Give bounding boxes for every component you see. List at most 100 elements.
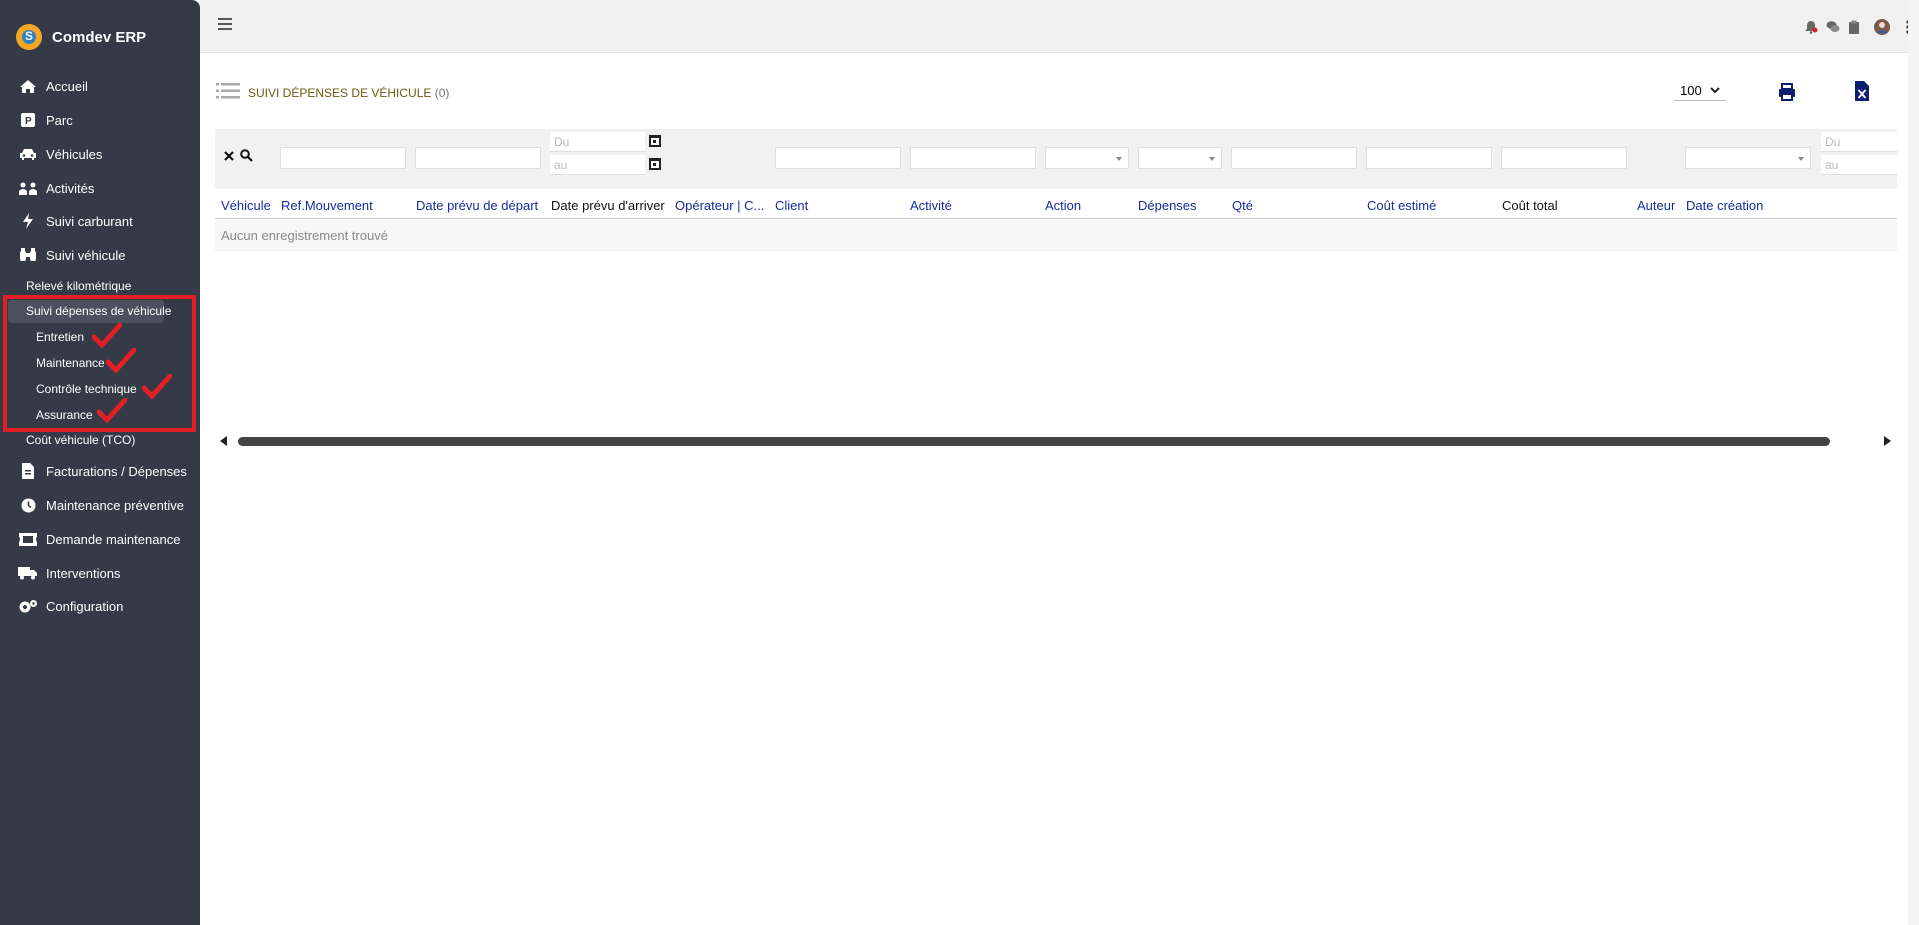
filter-cout-total-input[interactable] <box>1501 147 1627 169</box>
filter-activite-input[interactable] <box>910 147 1036 169</box>
sidebar-subitem-cout-vehicule[interactable]: Coût véhicule (TCO) <box>26 433 135 447</box>
sidebar-item-maintenance-preventive[interactable]: Maintenance préventive <box>18 494 184 516</box>
filter-date-creation-to[interactable]: au <box>1821 155 1897 175</box>
page-title-text: Suivi dépenses de véhicule <box>248 86 432 100</box>
ticket-icon <box>18 531 38 547</box>
scroll-left-arrow-icon[interactable] <box>220 436 227 446</box>
main-content: Suivi dépenses de véhicule (0) 100 Du au… <box>200 53 1919 925</box>
rows-per-page-value: 100 <box>1680 83 1702 98</box>
top-bar <box>200 0 1919 53</box>
filter-client-input[interactable] <box>775 147 901 169</box>
filter-bar: Du au Du au <box>215 129 1897 189</box>
parking-icon: P <box>18 112 38 128</box>
svg-text:P: P <box>25 116 32 127</box>
sidebar-item-label: Maintenance préventive <box>46 497 185 513</box>
chat-icon[interactable] <box>1826 20 1840 34</box>
home-icon <box>18 78 38 94</box>
sidebar-item-interventions[interactable]: Interventions <box>18 562 120 584</box>
sidebar-item-vehicules[interactable]: Véhicules <box>18 143 102 165</box>
checkmark-icon <box>142 374 172 400</box>
column-header-client[interactable]: Client <box>775 198 808 213</box>
column-header-activite[interactable]: Activité <box>910 198 952 213</box>
hamburger-menu-icon[interactable] <box>218 18 232 30</box>
scroll-right-arrow-icon[interactable] <box>1884 436 1891 446</box>
checkmark-icon <box>92 323 122 349</box>
checkmark-icon <box>97 398 127 424</box>
page-title: Suivi dépenses de véhicule (0) <box>248 86 449 100</box>
sidebar-item-demande-maintenance[interactable]: Demande maintenance <box>18 528 180 550</box>
column-header-date-depart[interactable]: Date prévu de départ <box>416 198 538 213</box>
rows-per-page-select[interactable]: 100 <box>1674 81 1726 101</box>
table-header: Véhicule Ref.Mouvement Date prévu de dép… <box>215 189 1897 219</box>
search-icon[interactable] <box>240 149 253 162</box>
column-header-depenses[interactable]: Dépenses <box>1138 198 1197 213</box>
sidebar-item-facturations[interactable]: Facturations / Dépenses <box>18 460 187 482</box>
sidebar-item-accueil[interactable]: Accueil <box>18 75 88 97</box>
vertical-scrollbar[interactable] <box>1908 0 1919 925</box>
sidebar-item-activites[interactable]: Activités <box>18 177 94 199</box>
sidebar-item-label: Suivi carburant <box>46 213 133 229</box>
column-header-operateur[interactable]: Opérateur | C... <box>675 198 764 213</box>
filter-date-depart-from[interactable]: Du <box>550 132 645 152</box>
notification-bell-icon[interactable] <box>1804 20 1818 34</box>
sidebar-item-label: Facturations / Dépenses <box>46 463 187 479</box>
chevron-down-icon <box>1709 87 1720 94</box>
filter-date-depart-to[interactable]: au <box>550 155 645 175</box>
column-header-auteur[interactable]: Auteur <box>1637 198 1675 213</box>
sidebar-item-suivi-vehicule[interactable]: Suivi véhicule <box>18 244 126 266</box>
checkmark-icon <box>106 348 136 374</box>
logo-icon <box>16 24 42 50</box>
bolt-icon <box>18 213 38 229</box>
gears-icon <box>18 598 38 614</box>
column-header-action[interactable]: Action <box>1045 198 1081 213</box>
sidebar-item-label: Demande maintenance <box>46 531 181 547</box>
sidebar-item-label: Interventions <box>46 565 121 581</box>
column-header-date-creation[interactable]: Date création <box>1686 198 1763 213</box>
clipboard-icon[interactable] <box>1847 20 1861 34</box>
filter-vehicule-input[interactable] <box>280 147 406 169</box>
people-icon <box>18 180 38 196</box>
column-header-cout-estime[interactable]: Coût estimé <box>1367 198 1436 213</box>
avatar-icon[interactable] <box>1874 19 1890 35</box>
column-header-date-arriver: Date prévu d'arriver <box>551 198 665 213</box>
sidebar-item-label: Suivi véhicule <box>46 247 126 263</box>
column-header-ref-mouvement[interactable]: Ref.Mouvement <box>281 198 373 213</box>
clear-filters-icon[interactable] <box>224 151 234 161</box>
column-header-cout-total: Coût total <box>1502 198 1558 213</box>
sidebar: Comdev ERP Accueil P Parc Véhicules Acti… <box>0 0 200 925</box>
car-icon <box>18 146 38 162</box>
empty-table-message: Aucun enregistrement trouvé <box>215 220 1897 251</box>
truck-icon <box>18 565 38 581</box>
print-icon[interactable] <box>1778 83 1796 101</box>
horizontal-scrollbar[interactable] <box>218 434 1893 448</box>
sidebar-item-label: Configuration <box>46 598 124 614</box>
sidebar-item-configuration[interactable]: Configuration <box>18 595 123 617</box>
scrollbar-thumb[interactable] <box>238 437 1830 446</box>
sidebar-item-suivi-carburant[interactable]: Suivi carburant <box>18 210 133 232</box>
record-count: (0) <box>434 86 450 100</box>
calendar-icon[interactable] <box>649 158 661 170</box>
app-name: Comdev ERP <box>52 28 147 46</box>
filter-qte-input[interactable] <box>1231 147 1357 169</box>
clock-icon <box>18 497 38 513</box>
sidebar-item-label: Accueil <box>46 78 88 94</box>
sidebar-item-parc[interactable]: P Parc <box>18 109 73 131</box>
calendar-icon[interactable] <box>649 135 661 147</box>
column-header-vehicule[interactable]: Véhicule <box>221 198 271 213</box>
sidebar-item-label: Activités <box>46 180 95 196</box>
excel-export-icon[interactable] <box>1855 81 1869 101</box>
invoice-icon <box>18 463 38 479</box>
filter-auteur-select[interactable] <box>1685 147 1811 169</box>
brand[interactable]: Comdev ERP <box>16 24 146 50</box>
sidebar-item-label: Parc <box>46 112 73 128</box>
column-header-qte[interactable]: Qté <box>1232 198 1253 213</box>
sidebar-item-label: Véhicules <box>46 146 103 162</box>
sidebar-subitem-releve-kilometrique[interactable]: Relevé kilométrique <box>26 279 131 293</box>
filter-action-select[interactable] <box>1045 147 1129 169</box>
binoculars-icon <box>18 247 38 263</box>
filter-ref-mouvement-input[interactable] <box>415 147 541 169</box>
filter-cout-estime-input[interactable] <box>1366 147 1492 169</box>
filter-date-creation-from[interactable]: Du <box>1821 132 1897 152</box>
filter-depenses-select[interactable] <box>1138 147 1222 169</box>
list-icon <box>216 83 240 99</box>
